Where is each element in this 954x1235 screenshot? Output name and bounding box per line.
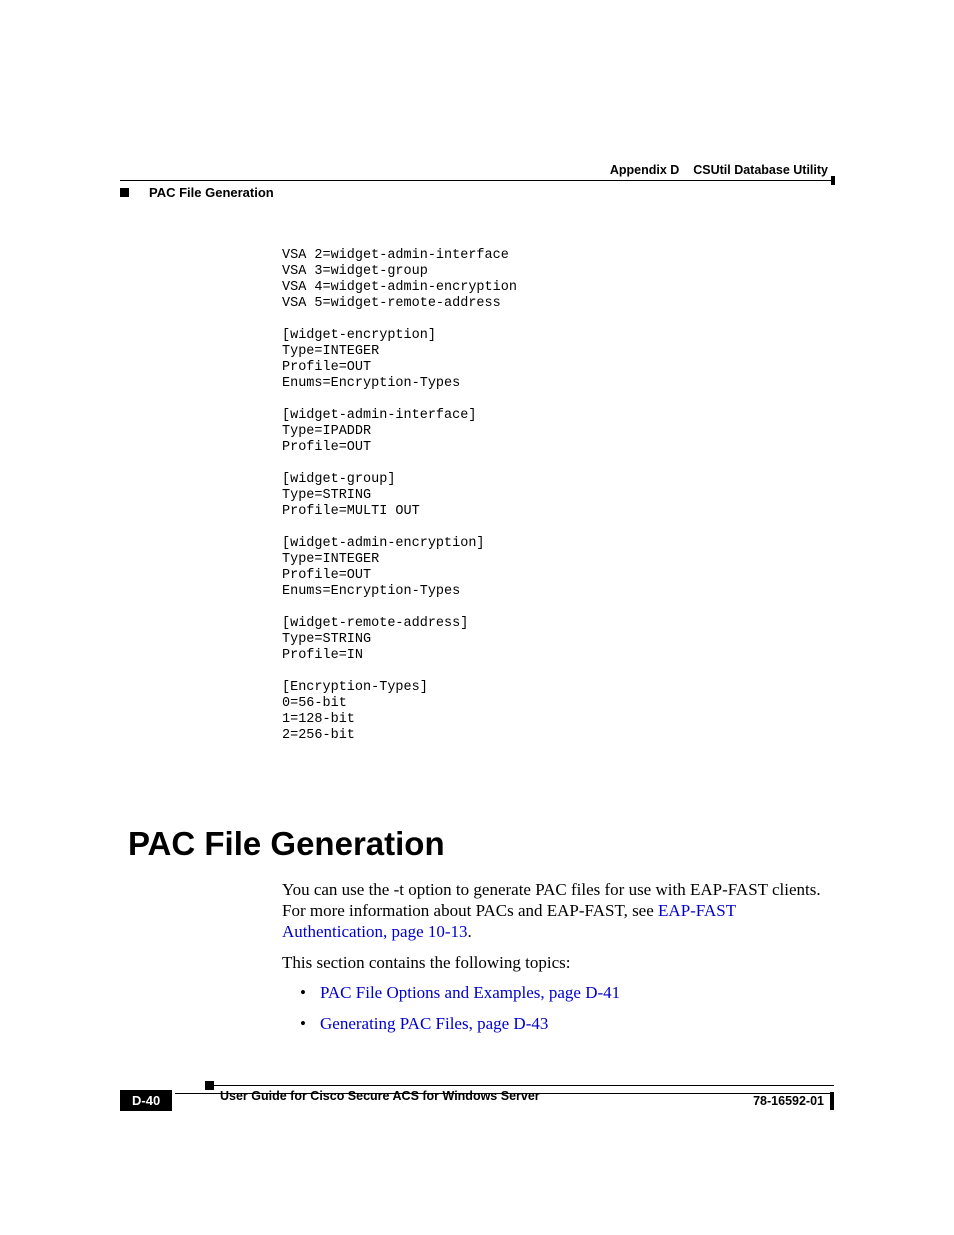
link-pac-options[interactable]: PAC File Options and Examples, page D-41 [320,982,620,1003]
section-label: PAC File Generation [149,185,274,200]
page-footer: User Guide for Cisco Secure ACS for Wind… [120,1085,834,1131]
end-bar-icon [830,1092,834,1110]
appendix-line: Appendix D CSUtil Database Utility [120,163,834,177]
doc-id: 78-16592-01 [753,1094,824,1108]
page-header: Appendix D CSUtil Database Utility PAC F… [120,163,834,200]
section-label-row: PAC File Generation [120,185,834,200]
appendix-label: Appendix D [610,163,679,177]
footer-rule [210,1085,834,1086]
appendix-title: CSUtil Database Utility [693,163,828,177]
page-number-badge: D-40 [120,1090,172,1111]
doc-id-wrap: 78-16592-01 [753,1092,834,1110]
para1-post: . [468,922,472,941]
link-generating-pac[interactable]: Generating PAC Files, page D-43 [320,1013,548,1034]
paragraph-1: You can use the -t option to generate PA… [282,879,824,942]
bullet-list: • PAC File Options and Examples, page D-… [300,982,824,1044]
square-icon [120,188,129,197]
header-rule [120,180,834,181]
list-item: • Generating PAC Files, page D-43 [300,1013,824,1034]
list-item: • PAC File Options and Examples, page D-… [300,982,824,1003]
code-block: VSA 2=widget-admin-interface VSA 3=widge… [282,248,517,744]
para1-pre: You can use the -t option to generate PA… [282,880,821,920]
bullet-icon: • [300,1013,320,1034]
bullet-icon: • [300,982,320,1003]
main-heading: PAC File Generation [128,825,445,863]
paragraph-2: This section contains the following topi… [282,952,824,973]
